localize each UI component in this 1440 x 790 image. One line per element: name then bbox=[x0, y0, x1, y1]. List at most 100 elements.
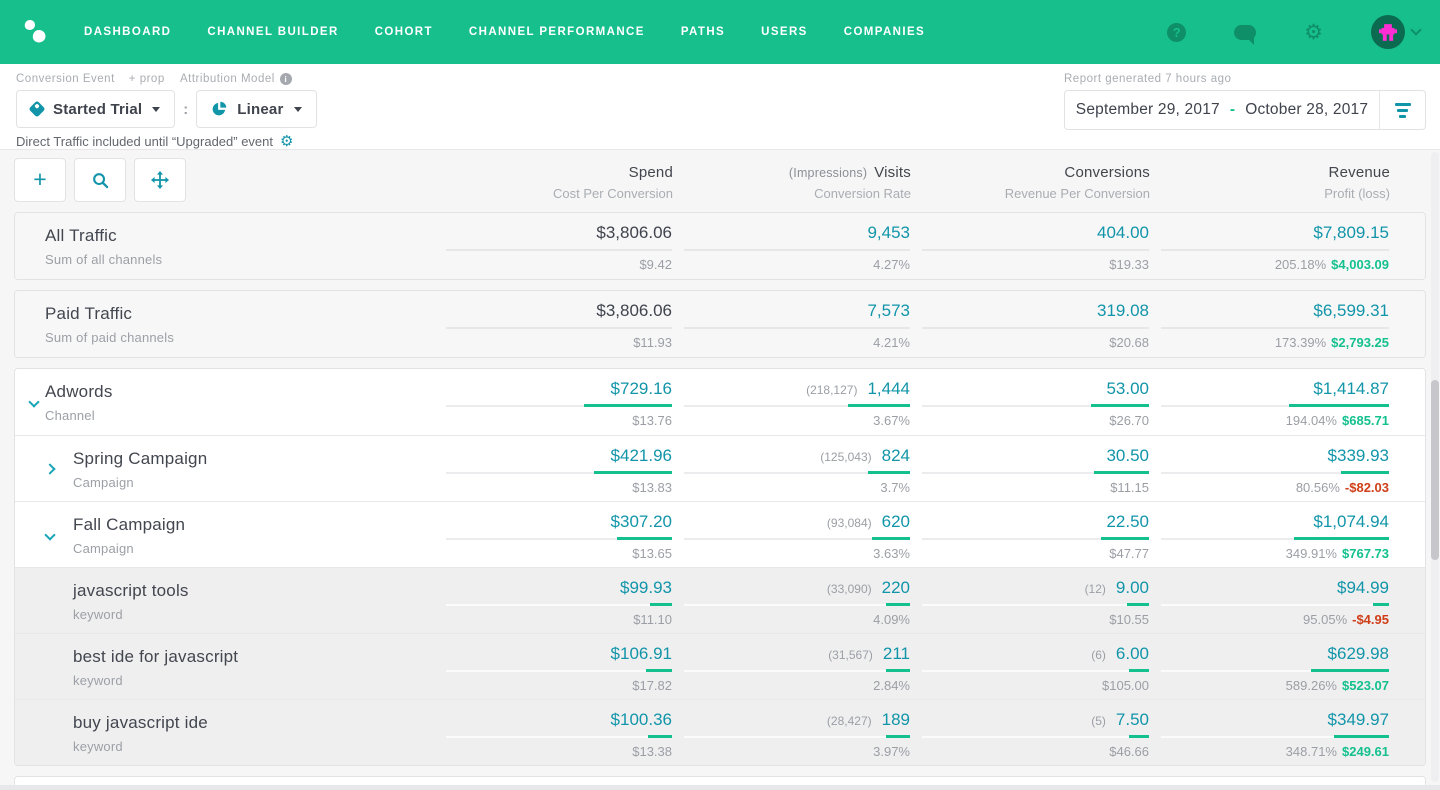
info-icon[interactable]: i bbox=[280, 73, 292, 85]
settings-gear-icon[interactable]: ⚙ bbox=[1304, 22, 1323, 43]
cell-sub: 205.18% bbox=[1275, 257, 1326, 272]
cell-sub: $13.38 bbox=[632, 744, 672, 759]
table-row[interactable]: Fall Campaign Campaign $307.20 $13.65 (9… bbox=[15, 501, 1425, 567]
cell-value[interactable]: 22.50 bbox=[1106, 512, 1149, 532]
cell-value[interactable]: $99.93 bbox=[620, 578, 672, 598]
table-row[interactable]: best ide for javascript keyword $106.91 … bbox=[15, 633, 1425, 699]
row-subtitle: Campaign bbox=[73, 541, 434, 556]
column-header-visits[interactable]: (Impressions)Visits Conversion Rate bbox=[673, 158, 911, 212]
column-header-conversions[interactable]: Conversions Revenue Per Conversion bbox=[911, 158, 1150, 212]
cell-divider bbox=[446, 327, 672, 329]
cell-value[interactable]: 189 bbox=[882, 710, 910, 730]
table-row[interactable]: Adwords Channel $729.16 $13.76 (218,127)… bbox=[15, 369, 1425, 435]
top-nav-bar: DASHBOARD CHANNEL BUILDER COHORT CHANNEL… bbox=[0, 0, 1440, 64]
value-underline bbox=[648, 735, 672, 738]
cell-value[interactable]: 1,444 bbox=[867, 379, 910, 399]
cell-value[interactable]: $100.36 bbox=[611, 710, 672, 730]
cell-value[interactable]: $7,809.15 bbox=[1313, 223, 1389, 243]
table-row[interactable]: buy javascript ide keyword $100.36 $13.3… bbox=[15, 699, 1425, 765]
cell-value[interactable]: $3,806.06 bbox=[596, 223, 672, 243]
cell-sub: $11.15 bbox=[1110, 480, 1149, 495]
table-row[interactable]: Spring Campaign Campaign $421.96 $13.83 … bbox=[15, 435, 1425, 501]
cell-value[interactable]: 220 bbox=[882, 578, 910, 598]
help-icon[interactable]: ? bbox=[1167, 23, 1186, 42]
vertical-scrollbar[interactable] bbox=[1431, 152, 1439, 782]
search-button[interactable] bbox=[74, 158, 126, 202]
cell-sub: 589.26% bbox=[1286, 678, 1337, 693]
cell-value[interactable]: 824 bbox=[882, 446, 910, 466]
cell-prefix: (28,427) bbox=[827, 714, 872, 728]
cell-value[interactable]: $421.96 bbox=[611, 446, 672, 466]
cell-value[interactable]: $106.91 bbox=[611, 644, 672, 664]
chevron-down-icon bbox=[294, 107, 302, 112]
cell-value[interactable]: $629.98 bbox=[1328, 644, 1389, 664]
cell-value[interactable]: $339.93 bbox=[1328, 446, 1389, 466]
cell-value[interactable]: $1,074.94 bbox=[1313, 512, 1389, 532]
move-button[interactable] bbox=[134, 158, 186, 202]
horizontal-scrollbar[interactable] bbox=[0, 785, 1440, 790]
cell-value[interactable]: $3,806.06 bbox=[596, 301, 672, 321]
chevron-down-icon bbox=[152, 107, 160, 112]
metric-cell: (93,084) 620 3.63% bbox=[672, 502, 910, 567]
row-subtitle: Campaign bbox=[73, 475, 434, 490]
column-header-revenue[interactable]: Revenue Profit (loss) bbox=[1150, 158, 1390, 212]
app-logo-icon[interactable] bbox=[20, 17, 50, 47]
avatar[interactable] bbox=[1371, 15, 1405, 49]
cell-value[interactable]: 319.08 bbox=[1097, 301, 1149, 321]
table-row[interactable]: javascript tools keyword $99.93 $11.10 (… bbox=[15, 567, 1425, 633]
conversion-event-dropdown[interactable]: Started Trial bbox=[16, 90, 175, 128]
cell-value[interactable]: $6,599.31 bbox=[1313, 301, 1389, 321]
cell-divider bbox=[1161, 604, 1389, 606]
nav-item-users[interactable]: USERS bbox=[761, 26, 808, 38]
value-underline bbox=[1373, 603, 1389, 606]
cell-value[interactable]: $349.97 bbox=[1328, 710, 1389, 730]
note-settings-gear-icon[interactable]: ⚙ bbox=[280, 134, 293, 149]
nav-item-cohort[interactable]: COHORT bbox=[375, 26, 433, 38]
cell-value[interactable]: $1,414.87 bbox=[1313, 379, 1389, 399]
cell-prefix: (125,043) bbox=[820, 450, 871, 464]
cell-value[interactable]: $307.20 bbox=[611, 512, 672, 532]
value-underline bbox=[1334, 735, 1389, 738]
cell-value[interactable]: $729.16 bbox=[611, 379, 672, 399]
row-cells: $106.91 $17.82 (31,567) 211 2.84% (6) 6.… bbox=[434, 634, 1425, 699]
nav-item-channel-performance[interactable]: CHANNEL PERFORMANCE bbox=[469, 26, 645, 38]
cell-divider bbox=[1161, 472, 1389, 474]
row-title: best ide for javascript bbox=[73, 634, 434, 667]
nav-item-companies[interactable]: COMPANIES bbox=[844, 26, 925, 38]
nav-item-paths[interactable]: PATHS bbox=[681, 26, 725, 38]
cell-value[interactable]: 7.50 bbox=[1116, 710, 1149, 730]
value-underline bbox=[1094, 471, 1149, 474]
cell-value[interactable]: 620 bbox=[882, 512, 910, 532]
chat-icon[interactable] bbox=[1234, 25, 1256, 40]
add-channel-button[interactable]: + bbox=[14, 158, 66, 202]
metric-cell: 30.50 $11.15 bbox=[910, 436, 1149, 501]
add-prop-button[interactable]: + prop bbox=[129, 73, 165, 85]
cell-value[interactable]: 9,453 bbox=[867, 223, 910, 243]
cell-prefix: (93,084) bbox=[827, 516, 872, 530]
cell-value[interactable]: $94.99 bbox=[1337, 578, 1389, 598]
help-glyph: ? bbox=[1167, 23, 1186, 42]
date-filter-button[interactable] bbox=[1379, 91, 1425, 129]
table-row[interactable]: All Traffic Sum of all channels $3,806.0… bbox=[15, 213, 1425, 279]
report-content: + bbox=[0, 150, 1440, 790]
vertical-scrollbar-thumb[interactable] bbox=[1431, 380, 1439, 560]
table-row[interactable]: Paid Traffic Sum of paid channels $3,806… bbox=[15, 291, 1425, 357]
date-range-picker[interactable]: September 29, 2017 - October 28, 2017 bbox=[1064, 90, 1426, 130]
user-menu[interactable] bbox=[1371, 15, 1420, 49]
cell-value[interactable]: 9.00 bbox=[1116, 578, 1149, 598]
cell-value[interactable]: 30.50 bbox=[1106, 446, 1149, 466]
attribution-model-dropdown[interactable]: Linear bbox=[196, 90, 316, 128]
cell-value[interactable]: 404.00 bbox=[1097, 223, 1149, 243]
nav-item-channel-builder[interactable]: CHANNEL BUILDER bbox=[207, 26, 338, 38]
cell-value[interactable]: 53.00 bbox=[1106, 379, 1149, 399]
value-underline bbox=[886, 735, 910, 738]
nav-item-dashboard[interactable]: DASHBOARD bbox=[84, 26, 171, 38]
cell-value[interactable]: 7,573 bbox=[867, 301, 910, 321]
cell-divider bbox=[446, 604, 672, 606]
cell-value[interactable]: 211 bbox=[883, 644, 910, 664]
column-header-spend[interactable]: Spend Cost Per Conversion bbox=[435, 158, 673, 212]
cell-sub: 2.84% bbox=[873, 678, 910, 693]
metric-cell: (218,127) 1,444 3.67% bbox=[672, 369, 910, 435]
metric-cell: (125,043) 824 3.7% bbox=[672, 436, 910, 501]
cell-value[interactable]: 6.00 bbox=[1116, 644, 1149, 664]
